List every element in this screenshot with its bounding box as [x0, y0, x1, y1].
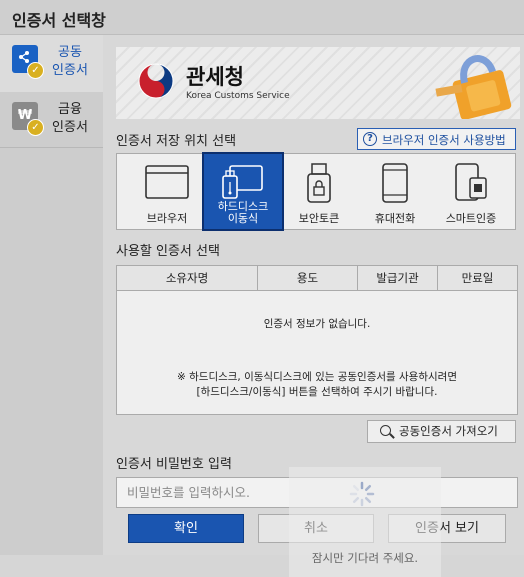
mobile-phone-icon — [382, 163, 408, 203]
empty-message: 인증서 정보가 없습니다. — [263, 318, 371, 330]
main-panel: 관세청 Korea Customs Service 인증서 저장 위치 선택 ?… — [103, 35, 524, 577]
location-smart-auth-button[interactable]: 스마트인증 — [432, 154, 510, 229]
security-token-icon — [307, 163, 331, 203]
browser-icon — [145, 165, 189, 199]
sidebar-item-label: 인증서 — [52, 63, 88, 78]
padlock-illustration-icon — [435, 55, 512, 119]
cert-table[interactable]: 소유자명 용도 발급기관 만료일 인증서 정보가 없습니다. ※ 하드디스크, … — [116, 265, 518, 415]
cert-section-title: 사용할 인증서 선택 — [116, 244, 220, 259]
sidebar-item-label: 금융 — [58, 102, 82, 117]
location-label: 보안토큰 — [298, 212, 340, 225]
sidebar-item-label: 공동 — [58, 45, 82, 60]
column-header: 만료일 — [461, 271, 494, 285]
check-badge-icon: ✓ — [27, 62, 44, 79]
import-button-label: 공동인증서 가져오기 — [399, 424, 498, 438]
help-icon: ? — [363, 132, 377, 146]
sidebar: ✓ 공동 인증서 ₩ ✓ 금융 인증서 — [0, 35, 103, 555]
check-badge-icon: ✓ — [27, 119, 44, 136]
org-name: 관세청 — [186, 65, 244, 89]
location-browser-button[interactable]: 브라우저 — [128, 154, 206, 229]
import-cert-button[interactable]: 공동인증서 가져오기 — [367, 420, 516, 443]
location-mobile-phone-button[interactable]: 휴대전화 — [356, 154, 434, 229]
password-section-title: 인증서 비밀번호 입력 — [116, 457, 232, 472]
sidebar-item-financial-cert[interactable]: ₩ ✓ 금융 인증서 — [0, 92, 103, 149]
sidebar-item-public-cert[interactable]: ✓ 공동 인증서 — [0, 35, 103, 92]
title-bar: 인증서 선택창 — [0, 0, 524, 35]
location-hard-disk-button[interactable]: 하드디스크 이동식 — [202, 152, 284, 231]
column-header: 소유자명 — [117, 266, 258, 290]
korea-government-logo-icon — [138, 63, 174, 99]
ok-button[interactable]: 확인 — [128, 514, 244, 543]
location-label: 휴대전화 — [374, 212, 416, 225]
location-label: 스마트인증 — [445, 212, 497, 225]
sidebar-item-label: 인증서 — [52, 120, 88, 135]
note-text: ※ 하드디스크, 이동식디스크에 있는 공동인증서를 사용하시려면 — [177, 371, 457, 383]
storage-section-title: 인증서 저장 위치 선택 — [116, 134, 237, 149]
loading-message: 잠시만 기다려 주세요. — [311, 551, 419, 565]
public-cert-icon: ✓ — [12, 45, 44, 79]
search-icon — [380, 425, 391, 436]
location-label: 브라우저 — [146, 212, 188, 225]
note-text: [하드디스크/이동식] 버튼을 선택하여 주시기 바랍니다. — [196, 386, 438, 398]
hard-disk-usb-icon — [222, 165, 263, 199]
location-security-token-button[interactable]: 보안토큰 — [280, 154, 358, 229]
loading-spinner-icon — [349, 481, 375, 507]
column-header: 용도 — [258, 266, 358, 290]
help-button-label: 브라우저 인증서 사용방법 — [382, 133, 506, 147]
financial-cert-icon: ₩ ✓ — [12, 102, 44, 136]
smart-auth-icon — [455, 163, 487, 201]
storage-location-panel: 브라우저 하드디스크 이동식 보안토큰 휴대전화 스마트인증 — [116, 152, 516, 231]
loading-overlay: 잠시만 기다려 주세요. — [289, 467, 441, 577]
cert-table-header: 소유자명 용도 발급기관 만료일 — [117, 266, 517, 291]
org-banner: 관세청 Korea Customs Service — [116, 47, 520, 119]
column-header: 발급기관 — [358, 266, 438, 290]
browser-cert-help-button[interactable]: ? 브라우저 인증서 사용방법 — [357, 128, 516, 150]
sidebar-divider — [0, 147, 103, 148]
location-label: 이동식 — [227, 212, 259, 225]
org-name-en: Korea Customs Service — [186, 91, 290, 101]
window-title: 인증서 선택창 — [12, 11, 106, 30]
